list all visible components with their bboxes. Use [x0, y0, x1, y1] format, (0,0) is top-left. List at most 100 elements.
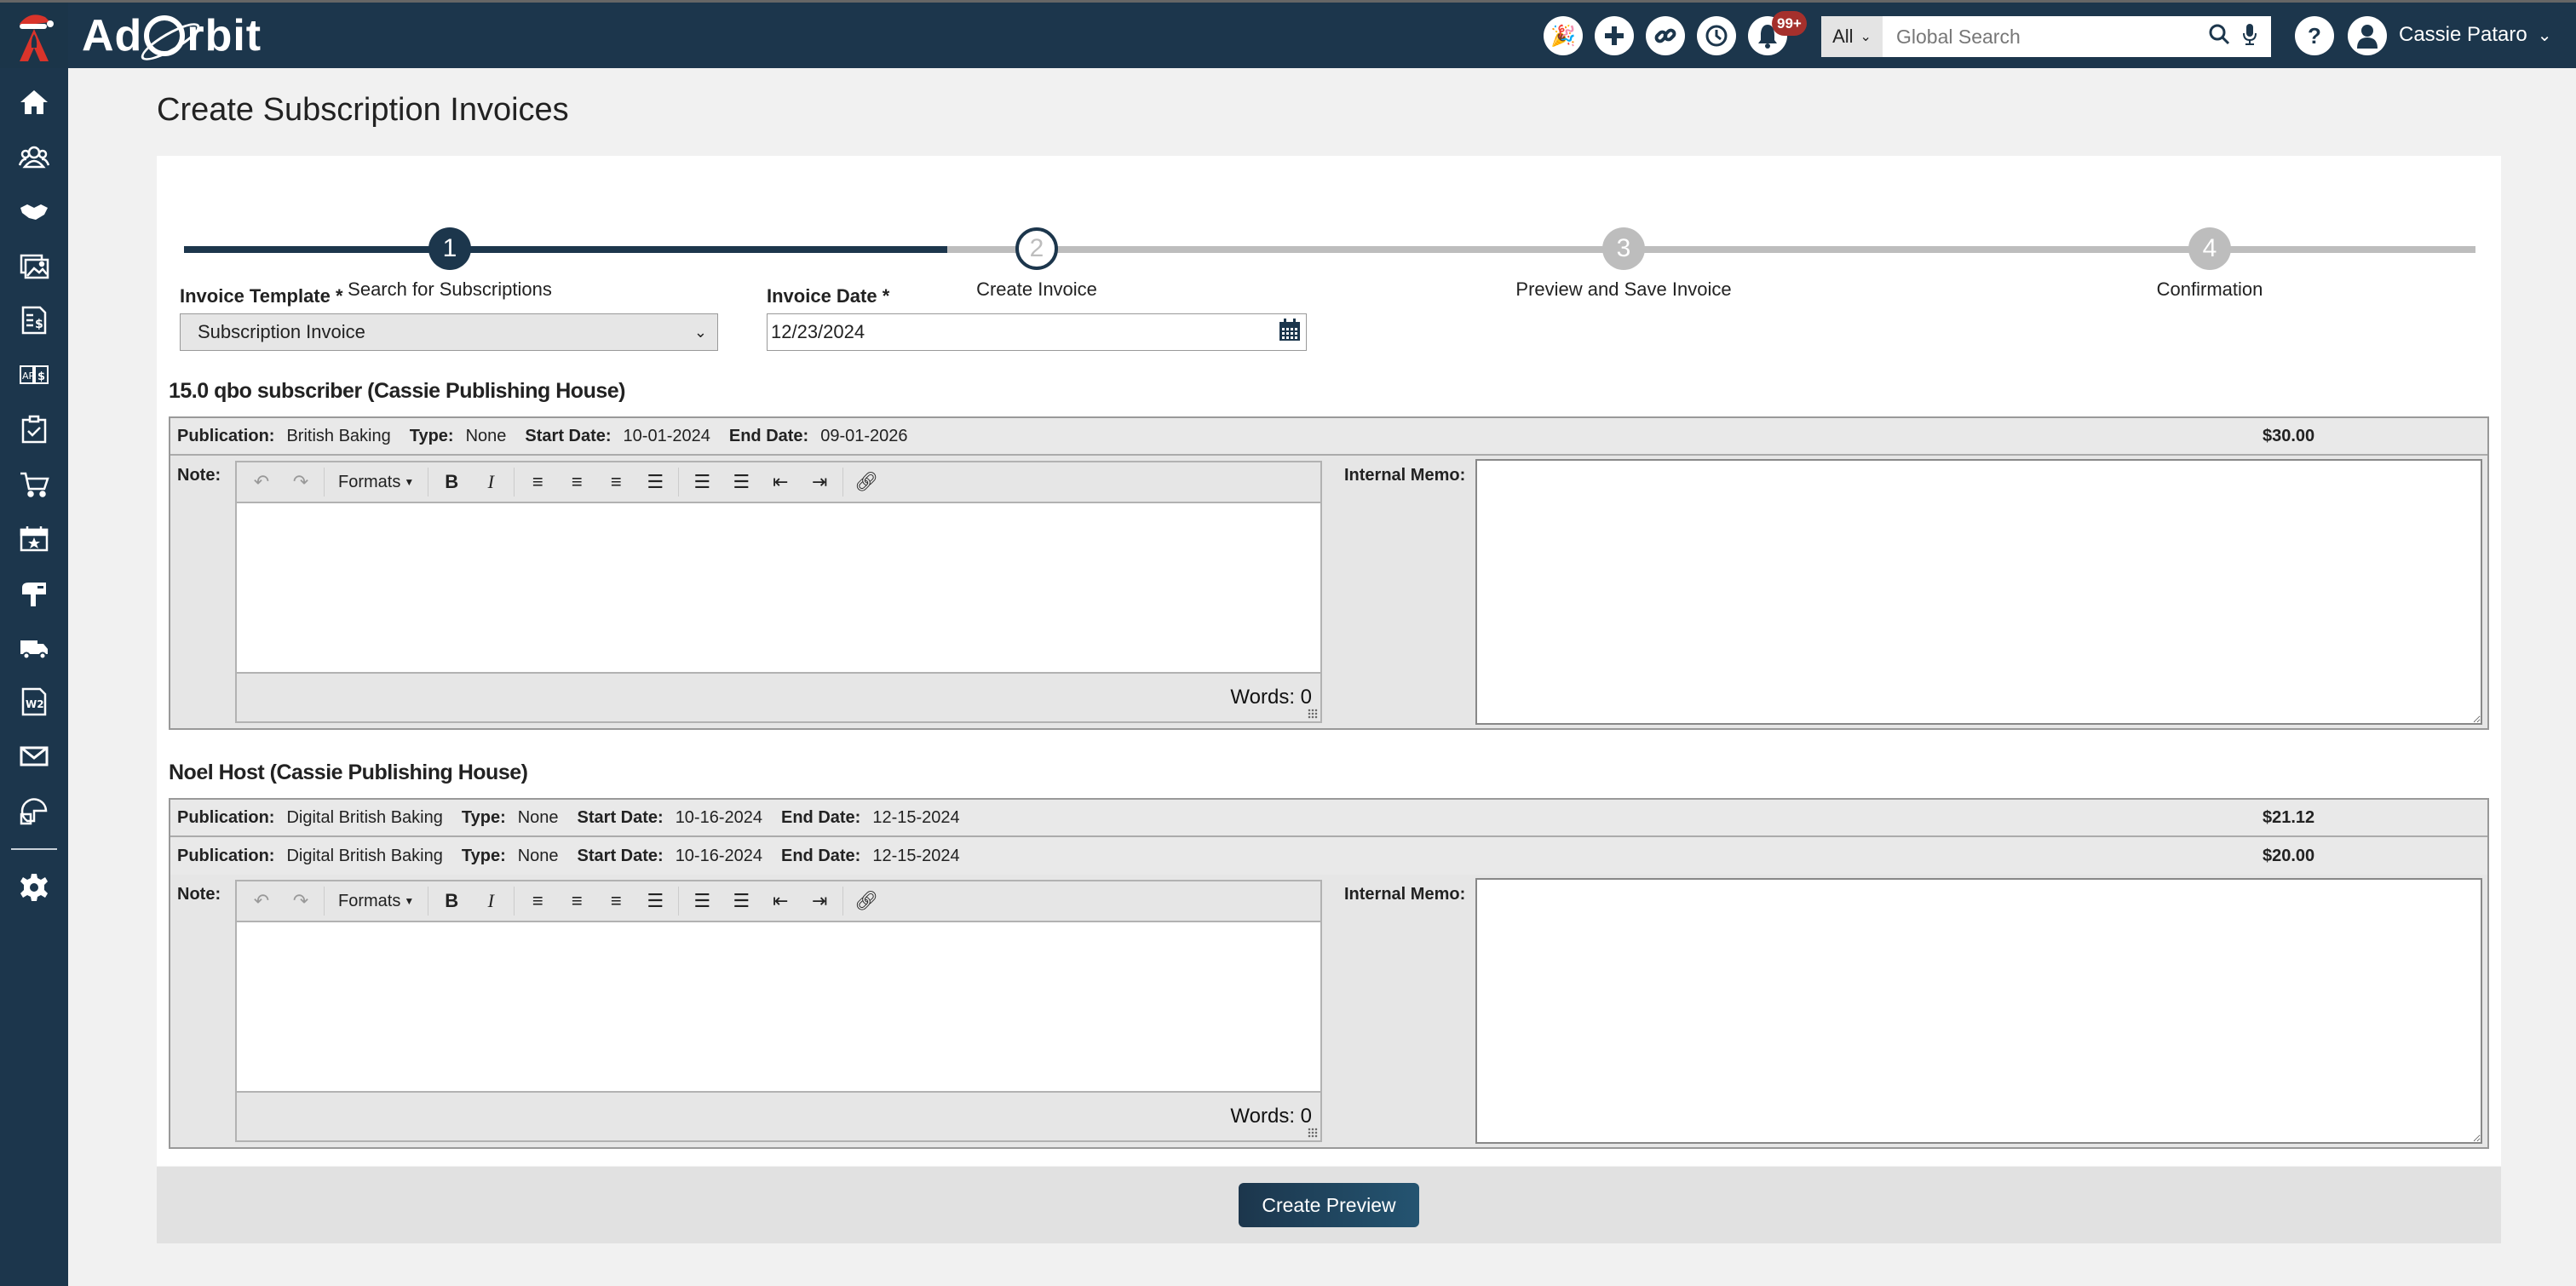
clipboard-check-icon — [21, 415, 47, 444]
sidebar-item-crm[interactable] — [0, 184, 68, 238]
sidebar: $ AP $ W2 — [0, 68, 68, 1286]
sidebar-item-distribution[interactable] — [0, 620, 68, 675]
undo-icon[interactable]: ↶ — [242, 884, 281, 918]
align-justify-icon[interactable]: ☰ — [635, 884, 675, 918]
resize-handle[interactable] — [1308, 709, 1318, 719]
publication-label: Publication: — [177, 807, 275, 827]
numbered-list-icon[interactable]: ☰ — [722, 465, 761, 499]
search-icon[interactable] — [2208, 23, 2230, 51]
publication-label: Publication: — [177, 846, 275, 865]
italic-icon[interactable]: I — [471, 884, 510, 918]
sidebar-item-orders[interactable] — [0, 456, 68, 511]
sidebar-item-accounting[interactable]: AP $ — [0, 347, 68, 402]
note-text-area[interactable] — [237, 922, 1320, 1093]
bullet-list-icon[interactable]: ☰ — [682, 884, 722, 918]
outdent-icon[interactable]: ⇤ — [761, 465, 800, 499]
numbered-list-icon[interactable]: ☰ — [722, 884, 761, 918]
subscription-price: $20.00 — [2263, 846, 2315, 865]
step-circle: 2 — [1015, 227, 1058, 270]
chevron-down-icon: ⌄ — [2537, 26, 2552, 45]
avatar[interactable] — [2348, 16, 2387, 55]
toolbar-separator — [324, 887, 325, 916]
add-icon[interactable] — [1595, 16, 1634, 55]
bullet-list-icon[interactable]: ☰ — [682, 465, 722, 499]
user-menu[interactable]: Cassie Pataro ⌄ — [2399, 23, 2552, 47]
sidebar-divider — [11, 848, 57, 850]
media-icon — [20, 254, 49, 279]
sidebar-item-subscriptions[interactable] — [0, 565, 68, 620]
sidebar-item-payroll[interactable]: W2 — [0, 675, 68, 729]
formats-dropdown[interactable]: Formats ▼ — [328, 892, 424, 911]
invoice-template-label: Invoice Template * — [180, 285, 343, 307]
align-right-icon[interactable]: ≡ — [596, 884, 635, 918]
sidebar-item-home[interactable] — [0, 75, 68, 129]
align-right-icon[interactable]: ≡ — [596, 465, 635, 499]
invoice-template-select[interactable]: Subscription Invoice ⌄ — [180, 313, 718, 351]
brand-prefix: Ad — [82, 11, 143, 60]
align-center-icon[interactable]: ≡ — [557, 884, 596, 918]
calendar-icon[interactable] — [1279, 318, 1301, 347]
link-icon[interactable] — [1646, 16, 1685, 55]
step-circle: 3 — [1602, 227, 1645, 270]
resize-handle[interactable] — [1308, 1128, 1318, 1138]
sidebar-item-email[interactable] — [0, 729, 68, 784]
sidebar-item-media[interactable] — [0, 238, 68, 293]
bold-icon[interactable]: B — [432, 465, 471, 499]
invoice-icon: $ — [21, 306, 47, 335]
caret-down-icon: ▼ — [404, 476, 415, 488]
truck-icon — [20, 640, 48, 660]
toolbar-separator — [842, 468, 844, 497]
note-text-area[interactable] — [237, 503, 1320, 674]
top-icon-group: 🎉 99+ — [1544, 11, 1807, 55]
internal-memo-textarea[interactable] — [1475, 459, 2482, 725]
sidebar-item-events[interactable] — [0, 511, 68, 565]
link-icon[interactable]: 🔗︎ — [847, 884, 886, 918]
italic-icon[interactable]: I — [471, 465, 510, 499]
note-rich-text-editor: ↶ ↷ Formats ▼ B I ≡ ≡ ≡ ☰ ☰ ☰ ⇤ ⇥ 🔗︎ Wor… — [235, 880, 1322, 1142]
redo-icon[interactable]: ↷ — [281, 884, 320, 918]
subscriber-title: 15.0 qbo subscriber (Cassie Publishing H… — [169, 379, 625, 403]
step-label: Confirmation — [2156, 278, 2263, 300]
sidebar-item-billing[interactable]: $ — [0, 293, 68, 347]
action-bar: Create Preview — [157, 1167, 2501, 1243]
bold-icon[interactable]: B — [432, 884, 471, 918]
create-preview-button[interactable]: Create Preview — [1239, 1183, 1419, 1227]
redo-icon[interactable]: ↷ — [281, 465, 320, 499]
step-label: Create Invoice — [976, 278, 1097, 300]
outdent-icon[interactable]: ⇤ — [761, 884, 800, 918]
app-logo-icon[interactable] — [0, 3, 68, 68]
step-preview-and-save-invoice: 3 Preview and Save Invoice — [1453, 227, 1794, 301]
undo-icon[interactable]: ↶ — [242, 465, 281, 499]
indent-icon[interactable]: ⇥ — [800, 884, 839, 918]
celebration-icon[interactable]: 🎉 — [1544, 16, 1583, 55]
sidebar-item-settings[interactable] — [0, 860, 68, 915]
indent-icon[interactable]: ⇥ — [800, 465, 839, 499]
search-scope-value: All — [1832, 26, 1854, 47]
sidebar-item-contacts[interactable] — [0, 129, 68, 184]
align-left-icon[interactable]: ≡ — [518, 465, 557, 499]
help-icon[interactable]: ? — [2295, 16, 2334, 55]
align-justify-icon[interactable]: ☰ — [635, 465, 675, 499]
toolbar-separator — [324, 468, 325, 497]
microphone-icon[interactable] — [2242, 22, 2257, 52]
formats-dropdown[interactable]: Formats ▼ — [328, 473, 424, 492]
word-count: Words: 0 — [1230, 1105, 1312, 1128]
history-icon[interactable] — [1697, 16, 1736, 55]
type-label: Type: — [461, 846, 506, 865]
start-date-value: 10-01-2024 — [623, 426, 710, 445]
align-left-icon[interactable]: ≡ — [518, 884, 557, 918]
invoice-date-label: Invoice Date * — [767, 285, 890, 307]
brand-logo[interactable]: Ad rbit — [82, 8, 262, 64]
sidebar-item-tasks[interactable] — [0, 402, 68, 456]
internal-memo-textarea[interactable] — [1475, 878, 2482, 1144]
step-create-invoice[interactable]: 2 Create Invoice — [866, 227, 1207, 301]
global-search-input[interactable] — [1883, 16, 2208, 57]
notifications-icon[interactable]: 99+ — [1748, 11, 1807, 55]
sidebar-item-reports[interactable] — [0, 784, 68, 838]
global-search: All ⌄ — [1821, 16, 2271, 57]
align-center-icon[interactable]: ≡ — [557, 465, 596, 499]
search-scope-dropdown[interactable]: All ⌄ — [1821, 16, 1883, 57]
invoice-date-input[interactable]: 12/23/2024 — [767, 313, 1307, 351]
note-rich-text-editor: ↶ ↷ Formats ▼ B I ≡ ≡ ≡ ☰ ☰ ☰ ⇤ ⇥ 🔗︎ Wor… — [235, 461, 1322, 723]
link-icon[interactable]: 🔗︎ — [847, 465, 886, 499]
